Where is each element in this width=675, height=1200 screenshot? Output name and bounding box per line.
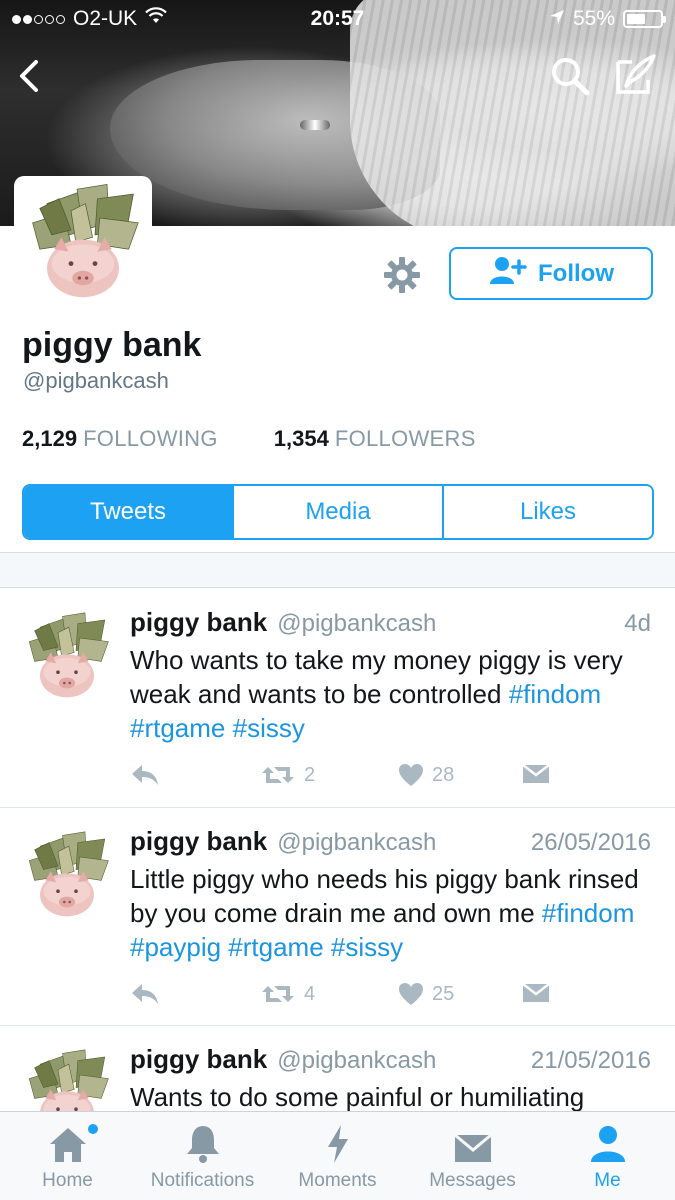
like-count: 28: [432, 763, 455, 786]
tweet-actions: 4 25: [130, 982, 560, 1012]
battery-icon: [623, 10, 666, 28]
tweet-item[interactable]: piggy bank @pigbankcash 21/05/2016 Wants…: [0, 1026, 675, 1111]
tweet-author-name: piggy bank: [130, 1044, 268, 1074]
tweet-avatar[interactable]: [22, 1048, 112, 1111]
like-button[interactable]: 25: [398, 982, 454, 1006]
tweet-author-name: piggy bank: [130, 607, 268, 637]
direct-message-button[interactable]: [522, 763, 550, 785]
retweet-button[interactable]: 4: [260, 982, 315, 1006]
location-arrow-icon: [549, 7, 565, 31]
reply-button[interactable]: [130, 982, 160, 1006]
battery-percent: 55%: [572, 7, 615, 30]
tabbar-label: Home: [42, 1170, 93, 1191]
settings-button[interactable]: [383, 256, 421, 294]
reply-icon: [132, 765, 158, 785]
retweet-icon: [262, 986, 294, 1002]
followers-stat[interactable]: 1,354 FOLLOWERS: [274, 426, 476, 452]
retweet-button[interactable]: 2: [260, 763, 315, 787]
envelope-icon: [522, 983, 550, 1002]
tab-likes[interactable]: Likes: [442, 486, 652, 538]
tweet-author-name: piggy bank: [130, 826, 268, 856]
signal-strength-icon: [12, 14, 65, 24]
envelope-icon: [453, 1120, 493, 1164]
like-button[interactable]: 28: [398, 763, 454, 787]
tweet-author-handle: @pigbankcash: [277, 1047, 437, 1074]
followers-label: FOLLOWERS: [334, 426, 476, 451]
tweet-author-handle: @pigbankcash: [277, 610, 437, 637]
tweet-item[interactable]: piggy bank @pigbankcash 4d Who wants to …: [0, 589, 675, 808]
tweet-avatar[interactable]: [22, 611, 112, 701]
tweet-text: Who wants to take my money piggy is very…: [130, 643, 650, 745]
reply-icon: [132, 984, 158, 1004]
wifi-icon: [145, 7, 167, 31]
retweet-count: 4: [304, 982, 316, 1005]
reply-button[interactable]: [130, 763, 160, 787]
heart-icon: [399, 764, 423, 786]
tabbar-label: Messages: [429, 1170, 516, 1191]
tabbar-me[interactable]: Me: [540, 1112, 675, 1200]
tweet-body: Wants to do some painful or humiliating: [130, 1082, 585, 1111]
profile-avatar[interactable]: [14, 176, 152, 308]
follow-button[interactable]: Follow: [449, 247, 653, 300]
tabbar-home[interactable]: Home: [0, 1112, 135, 1200]
status-bar: O2-UK 20:57 55%: [0, 0, 675, 38]
retweet-count: 2: [304, 763, 316, 786]
tweet-timestamp: 4d: [624, 610, 651, 637]
tab-media[interactable]: Media: [232, 486, 442, 538]
direct-message-button[interactable]: [522, 982, 550, 1004]
tabbar-notifications[interactable]: Notifications: [135, 1112, 270, 1200]
tweet-author-handle: @pigbankcash: [277, 829, 437, 856]
heart-icon: [399, 983, 423, 1005]
tabbar-label: Me: [594, 1170, 621, 1191]
section-divider: [0, 552, 675, 588]
compose-icon: [616, 54, 656, 94]
bell-icon: [185, 1120, 221, 1164]
search-button[interactable]: [548, 54, 592, 98]
back-button[interactable]: [12, 54, 52, 98]
tweet-actions: 2 28: [130, 763, 560, 793]
profile-stats: 2,129 FOLLOWING 1,354 FOLLOWERS: [22, 426, 476, 452]
home-icon: [48, 1120, 88, 1164]
tabbar-messages[interactable]: Messages: [405, 1112, 540, 1200]
following-label: FOLLOWING: [83, 426, 218, 451]
following-count: 2,129: [22, 426, 78, 451]
following-stat[interactable]: 2,129 FOLLOWING: [22, 426, 218, 452]
add-user-icon: [488, 255, 528, 292]
tweet-text: Little piggy who needs his piggy bank ri…: [130, 862, 650, 964]
profile-tabs: Tweets Media Likes: [22, 484, 654, 540]
profile-display-name: piggy bank: [22, 326, 202, 364]
tabbar-label: Moments: [298, 1170, 377, 1191]
tweet-avatar[interactable]: [22, 830, 112, 920]
person-icon: [590, 1120, 626, 1164]
envelope-icon: [522, 764, 550, 783]
tweet-timestamp: 26/05/2016: [530, 829, 651, 856]
bottom-tab-bar: Home Notifications Moments Messages Me: [0, 1111, 675, 1200]
compose-tweet-button[interactable]: [612, 52, 658, 98]
profile-handle: @pigbankcash: [23, 368, 169, 393]
tweet-text: Wants to do some painful or humiliating: [130, 1080, 650, 1111]
tweet-item[interactable]: piggy bank @pigbankcash 26/05/2016 Littl…: [0, 808, 675, 1026]
followers-count: 1,354: [273, 426, 329, 451]
lightning-icon: [325, 1120, 351, 1164]
follow-label: Follow: [538, 259, 614, 287]
tabbar-moments[interactable]: Moments: [270, 1112, 405, 1200]
notification-dot: [88, 1124, 98, 1134]
tabbar-label: Notifications: [150, 1170, 255, 1191]
gear-icon: [384, 257, 420, 293]
retweet-icon: [262, 767, 294, 783]
carrier-name: O2-UK: [73, 7, 138, 30]
search-icon: [552, 58, 590, 96]
tweet-timestamp: 21/05/2016: [530, 1047, 651, 1074]
tab-tweets[interactable]: Tweets: [24, 486, 232, 538]
like-count: 25: [432, 982, 455, 1005]
